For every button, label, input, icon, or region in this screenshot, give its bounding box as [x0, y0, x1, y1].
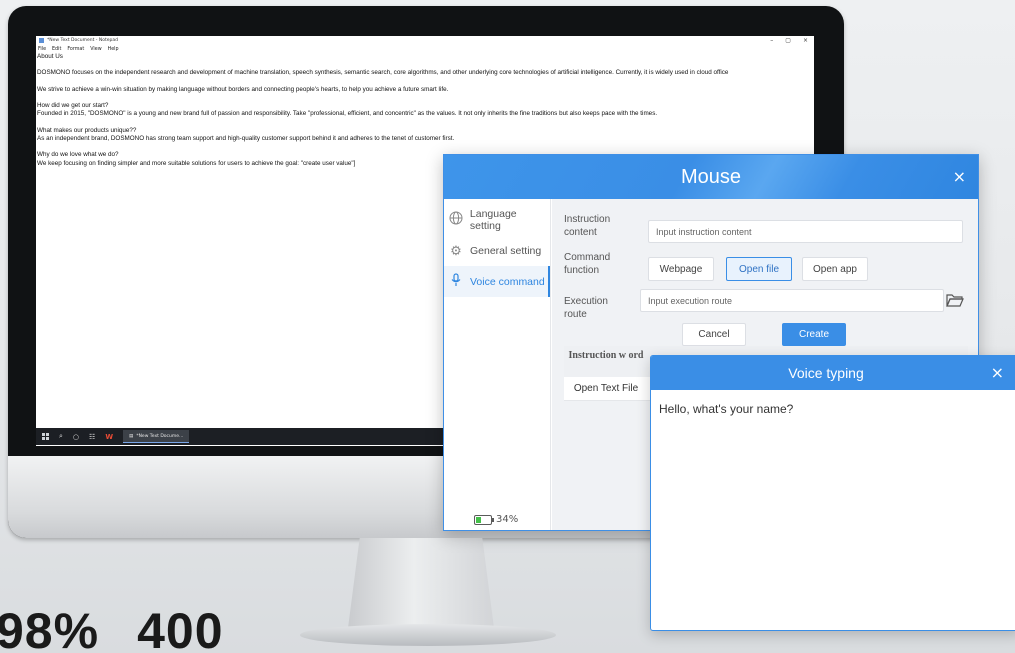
close-icon[interactable]: × [991, 363, 1004, 382]
battery-indicator: 34% [474, 514, 518, 525]
text-gap [37, 78, 813, 86]
text-line: What makes our products unique?? [37, 126, 137, 134]
text-line: DOSMONO focuses on the independent resea… [37, 69, 729, 77]
create-button[interactable]: Create [782, 323, 846, 346]
command-function-label: Command function [564, 252, 611, 276]
text-line: About Us [37, 53, 63, 60]
instruction-content-input[interactable] [648, 220, 963, 243]
text-gap [37, 143, 813, 151]
microphone-icon [448, 273, 464, 290]
voice-typing-text-area[interactable]: Hello, what's your name? [651, 390, 1015, 428]
notepad-text-area[interactable]: About Us DOSMONO focuses on the independ… [36, 53, 814, 168]
instruction-content-label: Instruction content [564, 214, 611, 238]
folder-open-icon[interactable] [946, 292, 964, 308]
stat-number: 400 [137, 603, 224, 653]
search-icon[interactable]: ⌕ [59, 432, 63, 441]
notepad-icon [39, 38, 44, 43]
mouse-sidebar: Language setting ⚙ General setting Voice… [444, 199, 551, 530]
voice-typing-title: Voice typing [788, 365, 864, 381]
notepad-title: *New Text Document - Notepad [47, 38, 118, 43]
taskbar-notepad-task[interactable]: ▤ *New Text Docume... [123, 430, 190, 443]
mouse-dialog-header: Mouse × [444, 155, 978, 199]
table-header-instruction-word: Instruction w ord [568, 350, 644, 361]
execution-route-input[interactable] [640, 289, 944, 312]
stats-row: 98% 400 [0, 602, 224, 653]
open-app-option-button[interactable]: Open app [802, 257, 868, 281]
sidebar-item-voice-command[interactable]: Voice command [444, 266, 550, 297]
window-controls: – ▢ × [770, 37, 814, 44]
execution-route-label: Execution route [564, 296, 608, 320]
stat-percentage: 98% [0, 603, 100, 653]
sidebar-item-label: Language setting [469, 207, 517, 232]
minimize-icon[interactable]: – [770, 37, 773, 44]
sidebar-item-label: Voice command [470, 275, 545, 288]
battery-fill [476, 516, 481, 523]
text-gap [37, 61, 813, 69]
mouse-dialog-title: Mouse [680, 165, 742, 188]
webpage-option-button[interactable]: Webpage [648, 257, 714, 281]
sidebar-item-general-setting[interactable]: ⚙ General setting [444, 235, 550, 266]
close-icon[interactable]: × [953, 167, 966, 186]
voice-typing-header: Voice typing × [651, 356, 1015, 390]
text-line: As an independent brand, DOSMONO has str… [37, 134, 455, 142]
menu-help[interactable]: Help [108, 47, 119, 52]
notepad-small-icon: ▤ [129, 433, 134, 439]
close-icon[interactable]: × [803, 37, 808, 44]
open-file-option-button[interactable]: Open file [726, 257, 792, 281]
menu-view[interactable]: View [90, 47, 101, 52]
wps-app-icon[interactable]: W [105, 433, 113, 441]
sidebar-item-label: General setting [470, 244, 542, 257]
notepad-titlebar: *New Text Document - Notepad – ▢ × [36, 36, 814, 45]
task-view-icon[interactable]: ☷ [89, 433, 95, 441]
text-line: Founded in 2015, "DOSMONO" is a young an… [37, 110, 658, 118]
menu-edit[interactable]: Edit [52, 47, 61, 52]
cortana-icon[interactable]: ○ [73, 433, 79, 441]
globe-icon [448, 211, 464, 228]
table-cell-instruction: Open Text File [573, 383, 639, 394]
windows-start-icon[interactable] [42, 433, 49, 440]
taskbar-task-label: *New Text Docume... [136, 433, 184, 439]
notepad-menubar: File Edit Format View Help [36, 45, 814, 53]
monitor-stand-base [300, 624, 556, 646]
cancel-button[interactable]: Cancel [682, 323, 746, 346]
text-line: How did we get our start? [37, 102, 109, 110]
text-gap [37, 119, 813, 127]
sidebar-item-language-setting[interactable]: Language setting [444, 204, 550, 235]
gear-icon: ⚙ [450, 242, 462, 258]
text-gap [37, 94, 813, 102]
battery-icon [474, 514, 494, 525]
text-line: We strive to achieve a win-win situation… [37, 85, 449, 93]
monitor-stand [348, 538, 494, 628]
voice-typing-dialog: Voice typing × Hello, what's your name? [650, 355, 1015, 631]
menu-format[interactable]: Format [67, 47, 84, 52]
maximize-icon[interactable]: ▢ [785, 37, 791, 44]
windows-taskbar: ⌕ ○ ☷ W ▤ *New Text Docume... [36, 428, 444, 445]
menu-file[interactable]: File [38, 47, 46, 52]
battery-percent: 34% [496, 514, 519, 525]
